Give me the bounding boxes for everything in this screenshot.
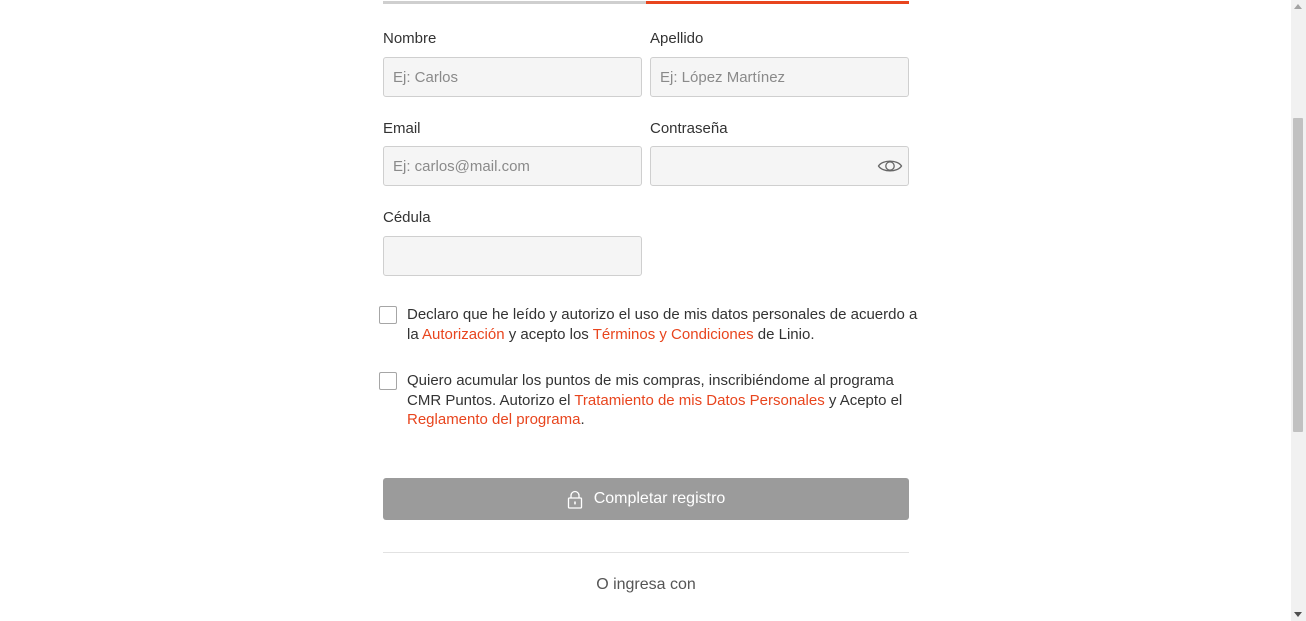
show-password-eye-icon[interactable] — [877, 156, 903, 176]
divider — [383, 552, 909, 553]
terms-conditions-link[interactable]: Términos y Condiciones — [593, 326, 754, 343]
terms-consent-text: Declaro que he leído y autorizo el uso d… — [407, 305, 927, 344]
email-input[interactable] — [383, 146, 642, 186]
cedula-label: Cédula — [383, 209, 431, 226]
cmr-consent-text: Quiero acumular los puntos de mis compra… — [407, 371, 927, 430]
cmr-points-checkbox[interactable] — [379, 372, 397, 390]
email-label: Email — [383, 120, 421, 137]
scrollbar-thumb[interactable] — [1293, 118, 1303, 432]
lock-icon — [567, 490, 582, 509]
program-rules-link[interactable]: Reglamento del programa — [407, 411, 580, 428]
terms-text-part-2: y acepto los — [508, 325, 589, 343]
scroll-down-arrow-icon[interactable] — [1294, 612, 1302, 617]
nombre-input[interactable] — [383, 57, 642, 97]
terms-checkbox[interactable] — [379, 306, 397, 324]
step-2-indicator — [646, 1, 909, 4]
data-treatment-link[interactable]: Tratamiento de mis Datos Personales — [574, 392, 824, 409]
cmr-text-part-2: y Acepto el — [828, 391, 903, 409]
step-progress-bar — [383, 0, 909, 5]
apellido-input[interactable] — [650, 57, 909, 97]
complete-registration-button[interactable]: Completar registro — [383, 478, 909, 520]
nombre-label: Nombre — [383, 30, 437, 47]
scrollbar[interactable] — [1291, 0, 1306, 621]
cmr-text-part-3: . — [580, 411, 585, 428]
complete-registration-label: Completar registro — [593, 490, 726, 507]
password-label: Contraseña — [650, 120, 728, 137]
authorization-link[interactable]: Autorización — [422, 326, 505, 343]
terms-text-part-3: de Linio. — [757, 325, 815, 343]
password-input[interactable] — [650, 146, 909, 186]
apellido-label: Apellido — [650, 30, 704, 47]
cedula-input[interactable] — [383, 236, 642, 276]
step-1-indicator — [383, 1, 646, 4]
alt-login-label: O ingresa con — [596, 576, 696, 593]
scroll-up-arrow-icon[interactable] — [1294, 4, 1302, 9]
